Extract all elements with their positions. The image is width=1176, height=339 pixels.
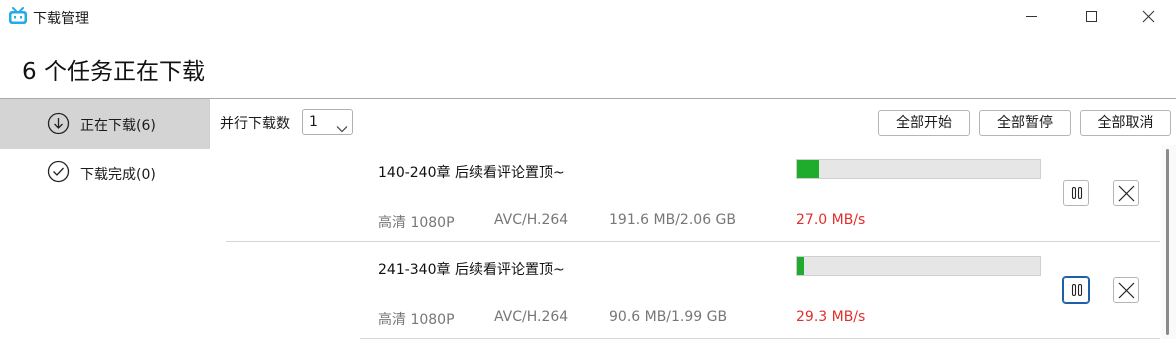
chevron-down-icon [336,118,348,133]
progress-bar [796,159,1041,179]
maximize-icon [1068,11,1114,38]
cancel-all-button[interactable]: 全部取消 [1080,110,1171,136]
pause-button[interactable] [1062,276,1090,304]
download-task: 140-240章 后续看评论置顶~ 高清 1080P AVC/H.264 191… [210,145,1160,242]
close-window-button[interactable] [1125,0,1171,34]
pause-all-button[interactable]: 全部暂停 [979,110,1071,136]
task-quality: 高清 1080P [378,312,455,328]
task-codec: AVC/H.264 [494,212,569,228]
sidebar-divider [209,99,210,149]
sidebar-item-completed[interactable]: 下载完成(0) [0,149,209,199]
task-speed: 27.0 MB/s [796,212,866,228]
progress-fill [797,160,819,178]
task-title: 140-240章 后续看评论置顶~ [378,165,565,181]
task-size: 191.6 MB/2.06 GB [609,212,737,228]
progress-bar [796,256,1041,276]
task-speed: 29.3 MB/s [796,309,866,325]
check-circle-icon [47,160,70,183]
download-task: 241-340章 后续看评论置顶~ 高清 1080P AVC/H.264 90.… [210,242,1160,339]
page-title: 6 个任务正在下载 [22,59,205,85]
sidebar-item-label: 下载完成(0) [80,167,156,183]
minimize-button[interactable] [1008,0,1054,34]
task-codec: AVC/H.264 [494,309,569,325]
concurrency-label: 并行下载数 [220,116,290,132]
scrollbar-thumb[interactable] [1166,149,1169,335]
progress-fill [797,257,805,275]
concurrency-value: 1 [309,114,318,130]
task-quality: 高清 1080P [378,215,455,231]
sidebar: 正在下载(6) 下载完成(0) [0,99,209,339]
window-title: 下载管理 [33,11,89,27]
cancel-button[interactable] [1113,277,1139,303]
title-bar: 下载管理 [0,0,1176,34]
bilibili-tv-icon [8,7,28,25]
cancel-button[interactable] [1113,180,1139,206]
start-all-button[interactable]: 全部开始 [878,110,970,136]
sidebar-item-downloading[interactable]: 正在下载(6) [0,99,209,149]
sidebar-item-label: 正在下载(6) [80,118,156,134]
maximize-button[interactable] [1068,0,1114,34]
minimize-icon [1008,16,1054,38]
task-title: 241-340章 后续看评论置顶~ [378,262,565,278]
download-circle-icon [47,112,70,135]
concurrency-select[interactable]: 1 [302,109,353,135]
task-size: 90.6 MB/1.99 GB [609,309,728,325]
scrollbar[interactable] [1161,145,1176,339]
close-icon [1125,10,1171,38]
pause-button[interactable] [1063,180,1089,206]
